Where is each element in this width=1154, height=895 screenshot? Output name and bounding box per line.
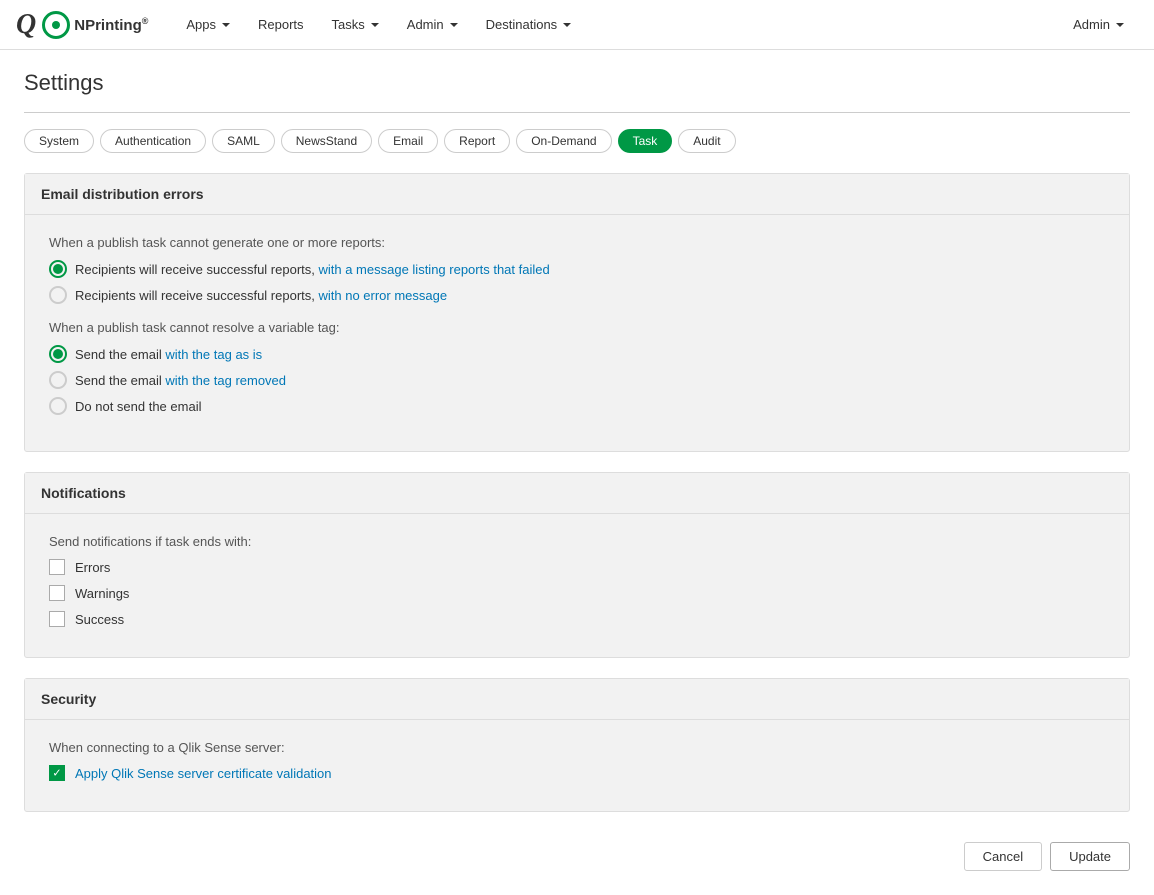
tab-saml[interactable]: SAML [212, 129, 275, 153]
tab-authentication[interactable]: Authentication [100, 129, 206, 153]
email-errors-header: Email distribution errors [25, 174, 1129, 215]
nav-items: Apps Reports Tasks Admin Destinations [172, 0, 1059, 50]
checkbox-item-cert-validation: Apply Qlik Sense server certificate vali… [49, 765, 1105, 781]
page-content: Settings System Authentication SAML News… [0, 50, 1154, 895]
nav-item-apps[interactable]: Apps [172, 0, 244, 50]
radio-label-tag-as-is[interactable]: Send the email with the tag as is [75, 347, 262, 362]
tab-on-demand[interactable]: On-Demand [516, 129, 611, 153]
apps-caret-icon [222, 23, 230, 27]
qlik-logo: Q [16, 9, 70, 41]
question-variable-tag: When a publish task cannot resolve a var… [49, 320, 1105, 335]
checkbox-label-errors[interactable]: Errors [75, 560, 110, 575]
checkbox-warnings[interactable] [49, 585, 65, 601]
radio-item-do-not-send: Do not send the email [49, 397, 1105, 415]
radio-label-with-message[interactable]: Recipients will receive successful repor… [75, 262, 550, 277]
admin-caret-icon [450, 23, 458, 27]
tab-newsstand[interactable]: NewsStand [281, 129, 372, 153]
radio-item-with-message: Recipients will receive successful repor… [49, 260, 1105, 278]
nav-user[interactable]: Admin [1059, 0, 1138, 50]
user-caret-icon [1116, 23, 1124, 27]
checkbox-success[interactable] [49, 611, 65, 627]
security-header: Security [25, 679, 1129, 720]
checkbox-cert-validation[interactable] [49, 765, 65, 781]
brand-name: NPrinting® [74, 16, 148, 34]
user-menu[interactable]: Admin [1059, 0, 1138, 50]
page-title: Settings [24, 70, 1130, 96]
notifications-body: Send notifications if task ends with: Er… [25, 514, 1129, 657]
email-errors-body: When a publish task cannot generate one … [25, 215, 1129, 451]
brand-logo: Q NPrinting® [16, 9, 148, 41]
nav-item-admin[interactable]: Admin [393, 0, 472, 50]
question-generate-reports: When a publish task cannot generate one … [49, 235, 1105, 250]
cancel-button[interactable]: Cancel [964, 842, 1042, 871]
notifications-section: Notifications Send notifications if task… [24, 472, 1130, 658]
checkbox-item-success: Success [49, 611, 1105, 627]
tab-email[interactable]: Email [378, 129, 438, 153]
tab-report[interactable]: Report [444, 129, 510, 153]
settings-divider [24, 112, 1130, 113]
radio-item-no-error: Recipients will receive successful repor… [49, 286, 1105, 304]
tab-system[interactable]: System [24, 129, 94, 153]
radio-do-not-send[interactable] [49, 397, 67, 415]
security-section: Security When connecting to a Qlik Sense… [24, 678, 1130, 812]
tab-audit[interactable]: Audit [678, 129, 735, 153]
tab-task[interactable]: Task [618, 129, 673, 153]
notifications-header: Notifications [25, 473, 1129, 514]
footer-buttons: Cancel Update [24, 832, 1130, 875]
checkbox-label-warnings[interactable]: Warnings [75, 586, 129, 601]
navbar: Q NPrinting® Apps Reports Tasks Admin De… [0, 0, 1154, 50]
radio-item-tag-removed: Send the email with the tag removed [49, 371, 1105, 389]
nav-item-destinations[interactable]: Destinations [472, 0, 586, 50]
nav-item-reports[interactable]: Reports [244, 0, 318, 50]
radio-label-tag-removed[interactable]: Send the email with the tag removed [75, 373, 286, 388]
nav-item-tasks[interactable]: Tasks [318, 0, 393, 50]
radio-label-do-not-send[interactable]: Do not send the email [75, 399, 201, 414]
checkbox-item-errors: Errors [49, 559, 1105, 575]
tasks-caret-icon [371, 23, 379, 27]
radio-with-message[interactable] [49, 260, 67, 278]
qlik-circle-icon [42, 11, 70, 39]
radio-group-1: Recipients will receive successful repor… [49, 260, 1105, 304]
radio-label-no-error[interactable]: Recipients will receive successful repor… [75, 288, 447, 303]
checkbox-item-warnings: Warnings [49, 585, 1105, 601]
settings-tabs: System Authentication SAML NewsStand Ema… [24, 129, 1130, 153]
email-distribution-errors-section: Email distribution errors When a publish… [24, 173, 1130, 452]
radio-no-error[interactable] [49, 286, 67, 304]
checkbox-group-notifications: Errors Warnings Success [49, 559, 1105, 627]
radio-item-tag-as-is: Send the email with the tag as is [49, 345, 1105, 363]
question-security: When connecting to a Qlik Sense server: [49, 740, 1105, 755]
checkbox-label-cert-validation[interactable]: Apply Qlik Sense server certificate vali… [75, 766, 332, 781]
update-button[interactable]: Update [1050, 842, 1130, 871]
destinations-caret-icon [563, 23, 571, 27]
question-notifications: Send notifications if task ends with: [49, 534, 1105, 549]
qlik-q-text: Q [16, 9, 36, 41]
radio-tag-removed[interactable] [49, 371, 67, 389]
checkbox-label-success[interactable]: Success [75, 612, 124, 627]
radio-group-2: Send the email with the tag as is Send t… [49, 345, 1105, 415]
checkbox-group-security: Apply Qlik Sense server certificate vali… [49, 765, 1105, 781]
radio-tag-as-is[interactable] [49, 345, 67, 363]
checkbox-errors[interactable] [49, 559, 65, 575]
security-body: When connecting to a Qlik Sense server: … [25, 720, 1129, 811]
